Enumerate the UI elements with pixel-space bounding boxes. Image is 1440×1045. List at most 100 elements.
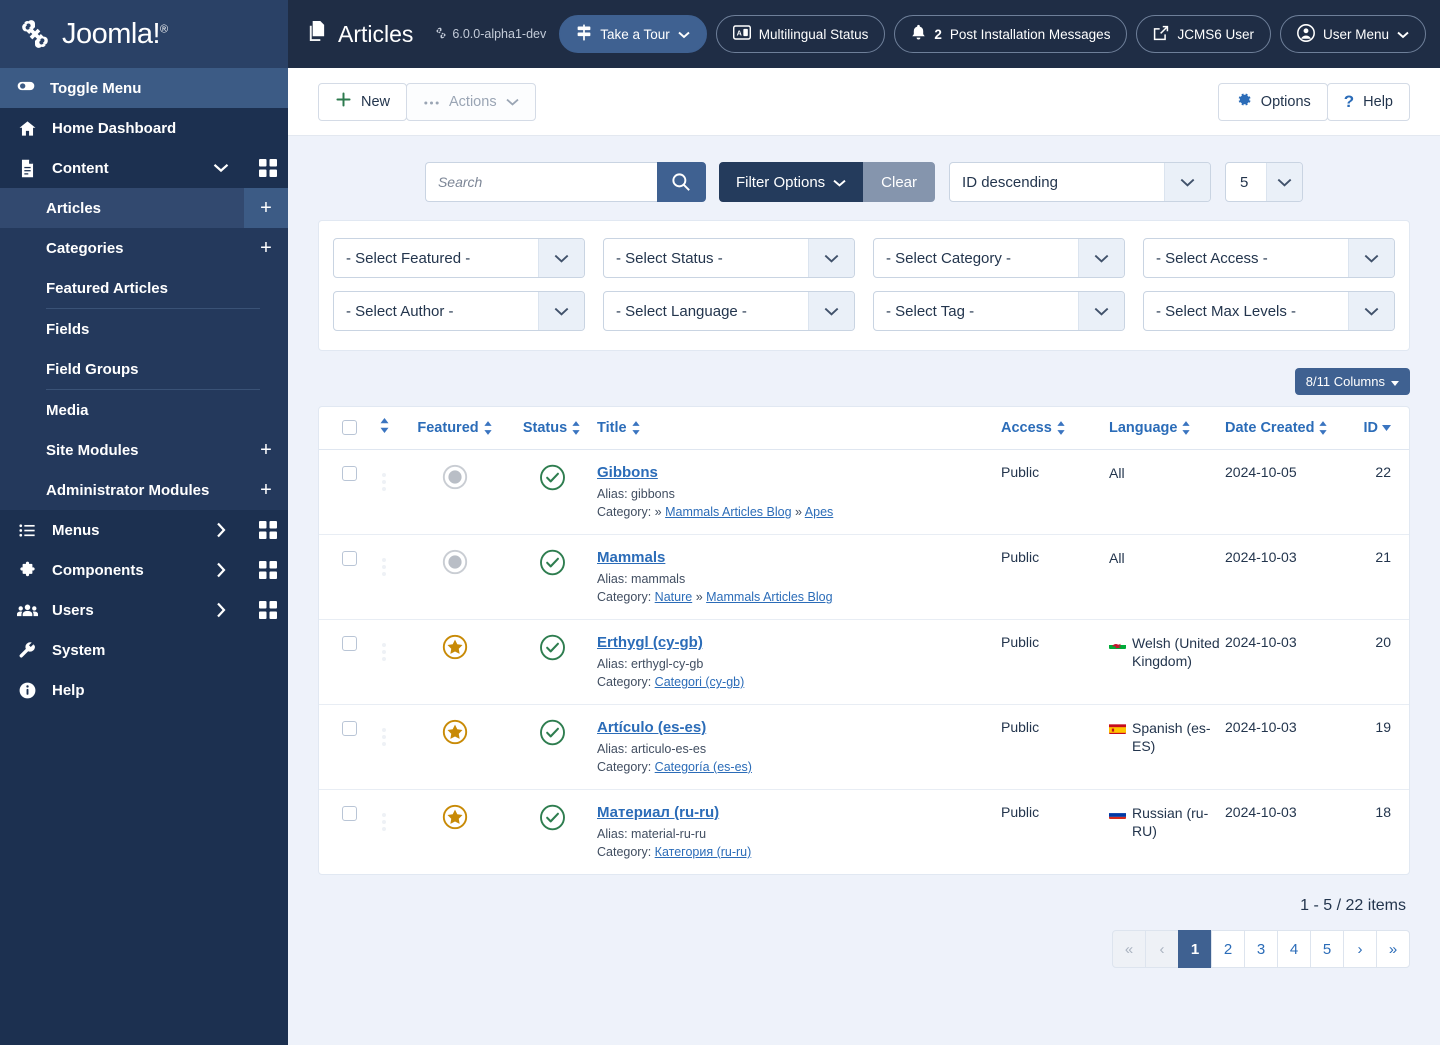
- drag-handle-icon[interactable]: [382, 643, 386, 661]
- pagination-button[interactable]: 1: [1178, 930, 1212, 968]
- row-checkbox[interactable]: [341, 550, 357, 566]
- menus-dashboard-grid-icon[interactable]: [248, 521, 288, 539]
- category-link[interactable]: Categori (cy-gb): [655, 675, 745, 689]
- take-a-tour-button[interactable]: Take a Tour: [559, 15, 707, 53]
- header-featured[interactable]: Featured: [403, 407, 507, 450]
- filter-language-select[interactable]: - Select Language -: [603, 291, 855, 331]
- pagination-button[interactable]: 4: [1277, 930, 1311, 968]
- chevron-right-icon[interactable]: [208, 522, 234, 538]
- search-submit-button[interactable]: [656, 162, 706, 202]
- pagination-button[interactable]: 3: [1244, 930, 1278, 968]
- header-status[interactable]: Status: [507, 407, 597, 450]
- new-admin-module-plus-icon[interactable]: +: [244, 470, 288, 510]
- featured-star-icon[interactable]: [442, 634, 468, 663]
- filter-author-select[interactable]: - Select Author -: [333, 291, 585, 331]
- header-ordering[interactable]: [365, 407, 403, 450]
- new-button[interactable]: New: [318, 82, 408, 121]
- row-checkbox[interactable]: [341, 635, 357, 651]
- pagination-button[interactable]: 5: [1310, 930, 1344, 968]
- language-sort-toggle[interactable]: Language: [1109, 420, 1191, 436]
- sidebar-item-help[interactable]: Help: [0, 670, 288, 710]
- drag-handle-icon[interactable]: [382, 558, 386, 576]
- filter-max-levels-select[interactable]: - Select Max Levels -: [1143, 291, 1395, 331]
- filter-access-select[interactable]: - Select Access -: [1143, 238, 1395, 278]
- ordering-sort-toggle[interactable]: [379, 418, 390, 433]
- category-link[interactable]: Categoría (es-es): [655, 760, 752, 774]
- pagination-button[interactable]: »: [1376, 930, 1410, 968]
- date-created-sort-toggle[interactable]: Date Created: [1225, 420, 1328, 436]
- sidebar-item-articles[interactable]: Articles +: [0, 188, 288, 228]
- chevron-down-icon[interactable]: [208, 163, 234, 173]
- sort-select[interactable]: ID descending: [949, 162, 1212, 202]
- options-button[interactable]: Options: [1217, 82, 1328, 121]
- sidebar-item-content[interactable]: Content: [0, 148, 288, 188]
- drag-handle-icon[interactable]: [382, 813, 386, 831]
- featured-star-icon[interactable]: [442, 719, 468, 748]
- category-link[interactable]: Mammals Articles Blog: [706, 590, 832, 604]
- category-link[interactable]: Apes: [805, 505, 834, 519]
- row-checkbox[interactable]: [341, 805, 357, 821]
- id-sort-toggle[interactable]: ID: [1364, 420, 1391, 436]
- sidebar-item-home-dashboard[interactable]: Home Dashboard: [0, 108, 288, 148]
- status-sort-toggle[interactable]: Status: [523, 420, 581, 436]
- sidebar-item-categories[interactable]: Categories +: [0, 228, 288, 268]
- joomla-brand[interactable]: Joomla!®: [0, 0, 288, 68]
- sidebar-item-administrator-modules[interactable]: Administrator Modules +: [0, 470, 288, 510]
- header-date-created[interactable]: Date Created: [1225, 407, 1353, 450]
- content-dashboard-grid-icon[interactable]: [248, 159, 288, 177]
- status-published-icon[interactable]: [539, 804, 566, 834]
- category-link[interactable]: Nature: [655, 590, 693, 604]
- sidebar-item-featured-articles[interactable]: Featured Articles: [0, 268, 288, 308]
- status-published-icon[interactable]: [539, 719, 566, 749]
- category-link[interactable]: Категория (ru-ru): [655, 845, 752, 859]
- new-article-plus-icon[interactable]: +: [244, 188, 288, 228]
- select-all-checkbox[interactable]: [341, 420, 357, 436]
- drag-handle-icon[interactable]: [382, 728, 386, 746]
- sidebar-item-users[interactable]: Users: [0, 590, 288, 630]
- row-checkbox[interactable]: [341, 465, 357, 481]
- article-title-link[interactable]: Artículo (es-es): [597, 719, 706, 736]
- sidebar-item-media[interactable]: Media: [0, 390, 288, 430]
- filter-options-button[interactable]: Filter Options: [718, 162, 864, 202]
- category-link[interactable]: Mammals Articles Blog: [665, 505, 791, 519]
- unfeatured-circle-icon[interactable]: [442, 464, 468, 493]
- header-language[interactable]: Language: [1109, 407, 1225, 450]
- toggle-menu-button[interactable]: Toggle Menu: [0, 68, 288, 108]
- row-checkbox[interactable]: [341, 720, 357, 736]
- status-published-icon[interactable]: [539, 464, 566, 494]
- sidebar-item-menus[interactable]: Menus: [0, 510, 288, 550]
- jcms6-user-site-link[interactable]: JCMS6 User: [1136, 15, 1271, 53]
- article-title-link[interactable]: Erthygl (cy-gb): [597, 634, 703, 651]
- article-title-link[interactable]: Mammals: [597, 549, 665, 566]
- drag-handle-icon[interactable]: [382, 473, 386, 491]
- post-installation-messages-button[interactable]: 2 Post Installation Messages: [894, 15, 1128, 53]
- components-dashboard-grid-icon[interactable]: [248, 561, 288, 579]
- sidebar-item-fields[interactable]: Fields: [0, 309, 288, 349]
- access-sort-toggle[interactable]: Access: [1001, 420, 1066, 436]
- sidebar-item-site-modules[interactable]: Site Modules +: [0, 430, 288, 470]
- search-input[interactable]: [424, 162, 657, 202]
- title-sort-toggle[interactable]: Title: [597, 420, 641, 436]
- new-category-plus-icon[interactable]: +: [244, 228, 288, 268]
- chevron-right-icon[interactable]: [208, 562, 234, 578]
- sidebar-item-field-groups[interactable]: Field Groups: [0, 349, 288, 389]
- clear-filters-button[interactable]: Clear: [863, 162, 936, 202]
- article-title-link[interactable]: Gibbons: [597, 464, 658, 481]
- sidebar-item-components[interactable]: Components: [0, 550, 288, 590]
- new-site-module-plus-icon[interactable]: +: [244, 430, 288, 470]
- chevron-right-icon[interactable]: [208, 602, 234, 618]
- multilingual-status-button[interactable]: A Multilingual Status: [715, 15, 886, 53]
- filter-category-select[interactable]: - Select Category -: [873, 238, 1125, 278]
- article-title-link[interactable]: Материал (ru-ru): [597, 804, 719, 821]
- unfeatured-circle-icon[interactable]: [442, 549, 468, 578]
- status-published-icon[interactable]: [539, 634, 566, 664]
- user-menu-button[interactable]: User Menu: [1279, 15, 1426, 53]
- filter-tag-select[interactable]: - Select Tag -: [873, 291, 1125, 331]
- columns-dropdown-button[interactable]: 8/11 Columns: [1294, 368, 1410, 395]
- help-button[interactable]: ? Help: [1326, 82, 1410, 121]
- featured-star-icon[interactable]: [442, 804, 468, 833]
- actions-dropdown-button[interactable]: Actions: [406, 82, 536, 121]
- pagination-button[interactable]: ›: [1343, 930, 1377, 968]
- filter-featured-select[interactable]: - Select Featured -: [333, 238, 585, 278]
- header-id[interactable]: ID: [1353, 407, 1409, 450]
